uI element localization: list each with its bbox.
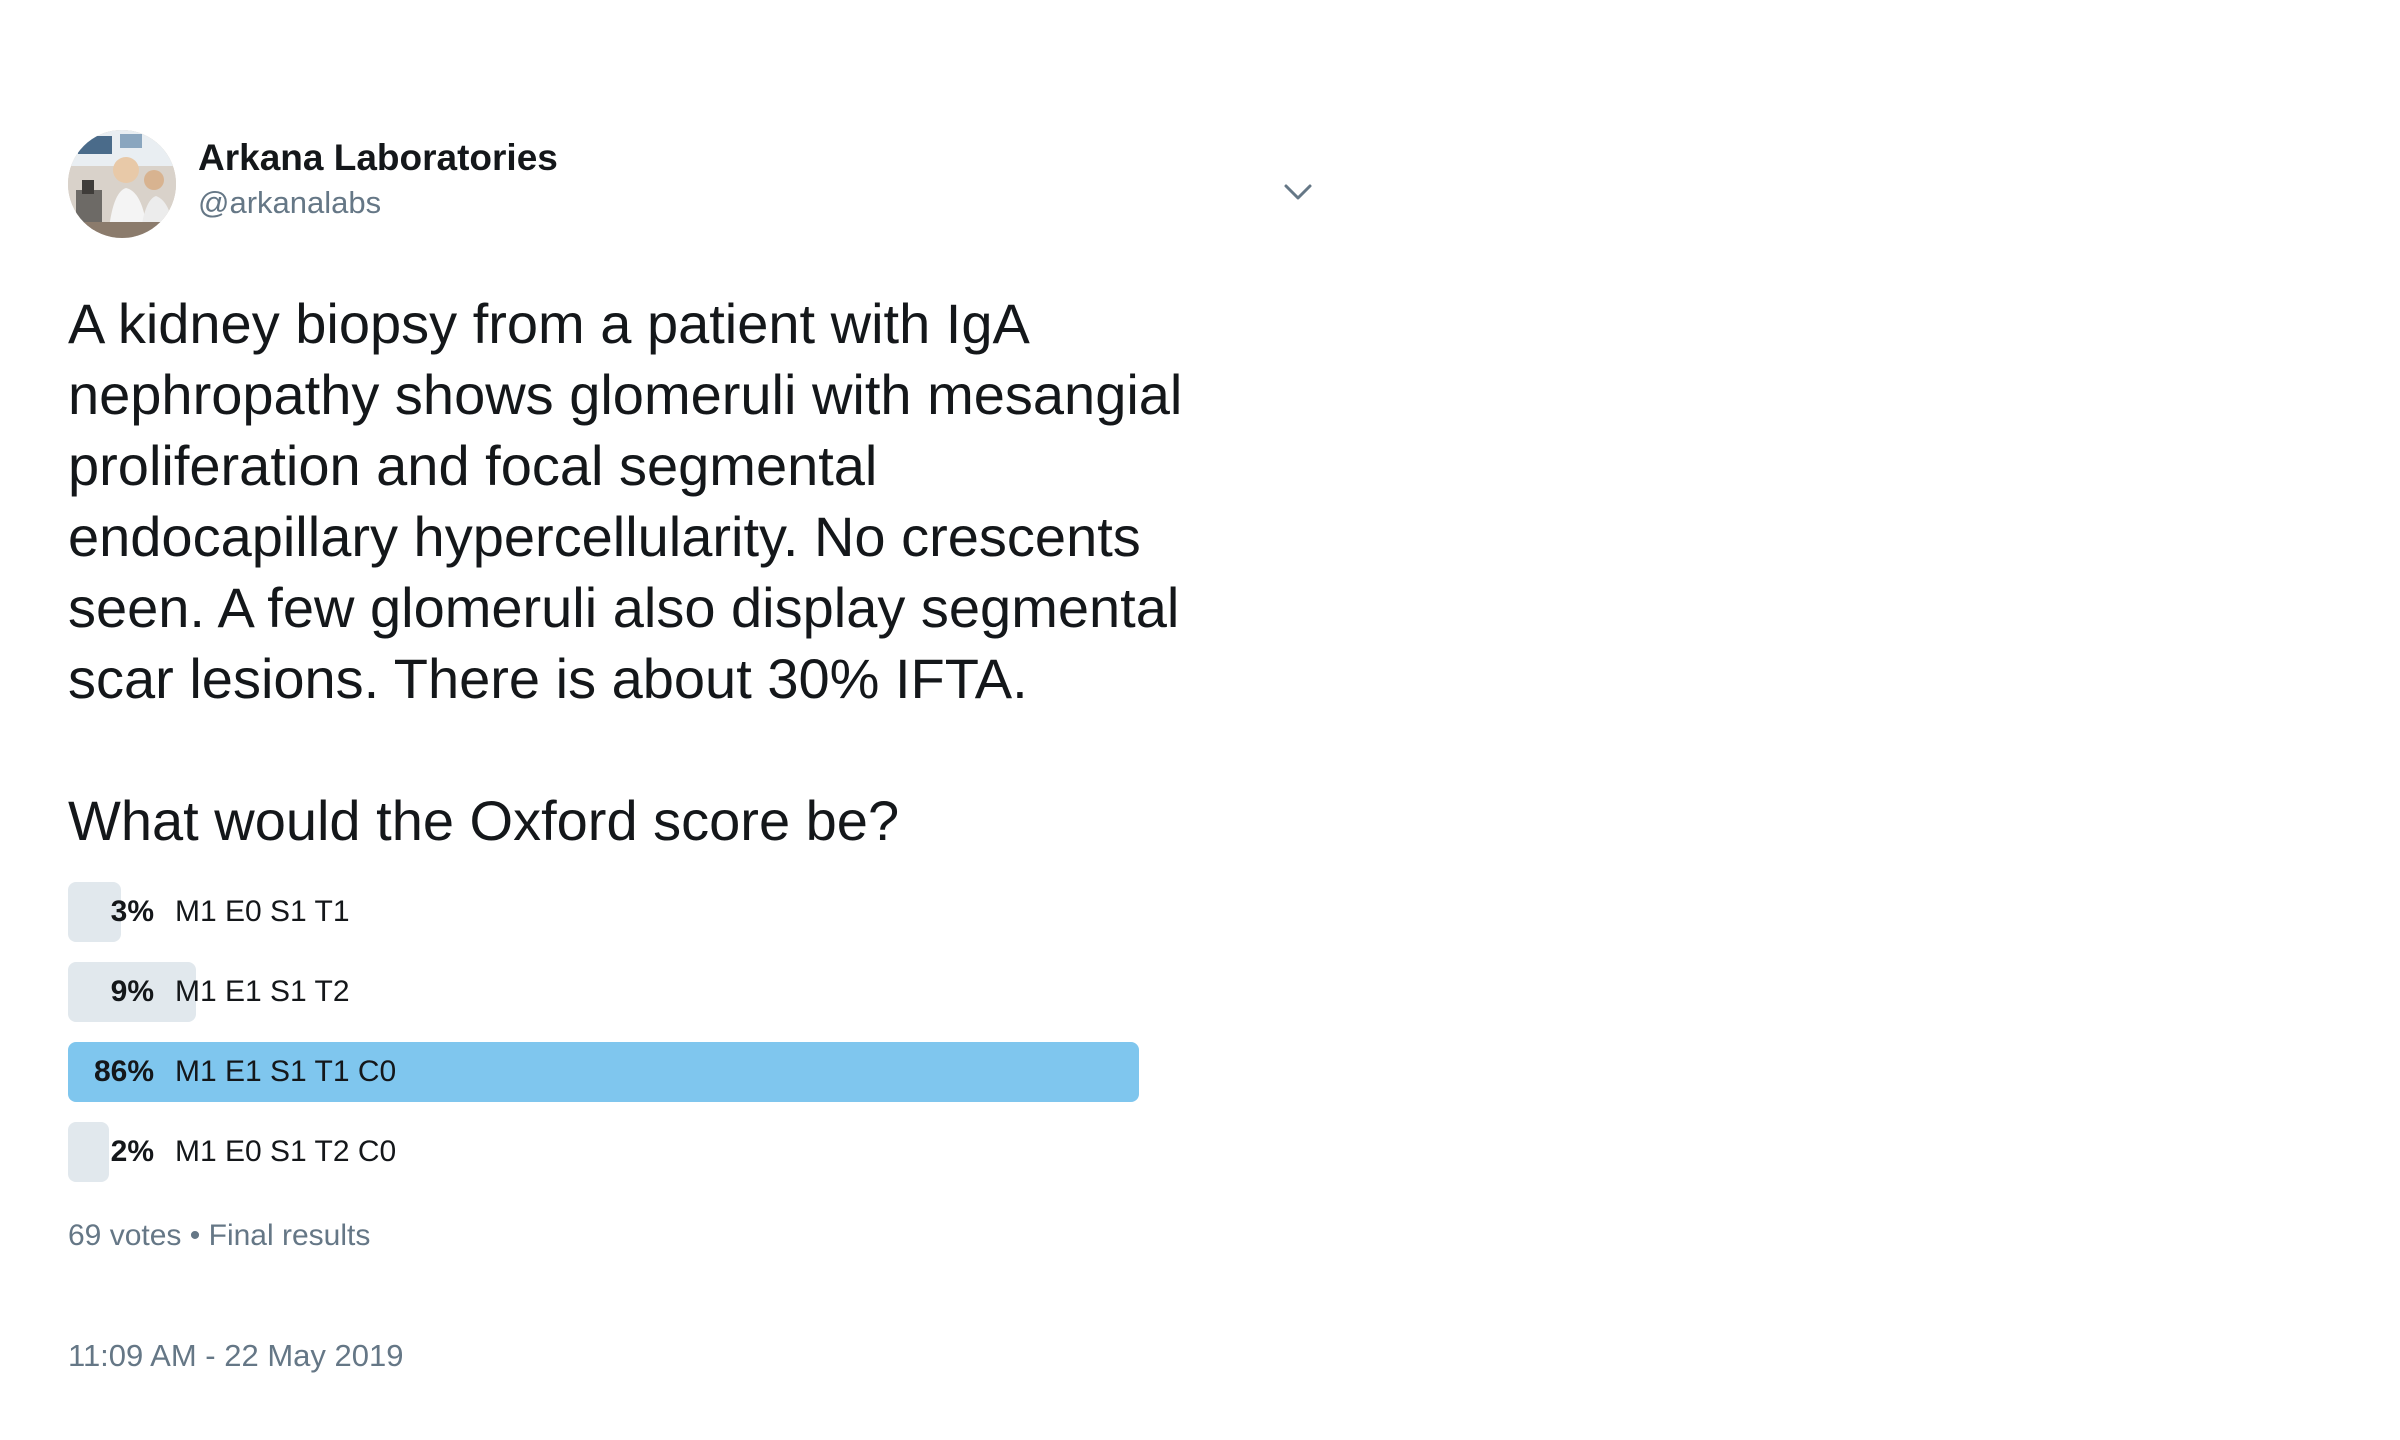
chevron-down-icon[interactable] (1278, 172, 1318, 212)
lab-photo-avatar-icon (68, 130, 176, 238)
poll-option-label: M1 E1 S1 T2 (175, 975, 350, 1008)
author-display-name[interactable]: Arkana Laboratories (198, 136, 558, 180)
poll-meta-separator: • (189, 1219, 201, 1252)
author-names: Arkana Laboratories @arkanalabs (198, 136, 558, 224)
poll-option[interactable]: 9% M1 E1 S1 T2 (68, 962, 1148, 1022)
poll-option-percent: 2% (110, 1135, 154, 1168)
poll-status: Final results (208, 1219, 371, 1252)
poll-option-percent: 86% (93, 1055, 154, 1088)
author-handle[interactable]: @arkanalabs (198, 182, 558, 224)
poll-meta: 69 votes • Final results (68, 1216, 1148, 1256)
poll-option-label: M1 E0 S1 T1 (175, 895, 350, 928)
poll-option-percent: 9% (110, 975, 154, 1008)
tweet-text: A kidney biopsy from a patient with IgA … (68, 292, 1183, 852)
poll-option-label: M1 E0 S1 T2 C0 (175, 1135, 397, 1168)
tweet-timestamp[interactable]: 11:09 AM - 22 May 2019 (68, 1336, 1318, 1376)
poll-vote-count: 69 votes (68, 1219, 182, 1252)
poll: 3% M1 E0 S1 T1 9% M1 E1 S1 T2 86% M1 E1 … (68, 882, 1148, 1256)
poll-option[interactable]: 3% M1 E0 S1 T1 (68, 882, 1148, 942)
poll-option[interactable]: 86% M1 E1 S1 T1 C0 (68, 1042, 1148, 1102)
poll-option-label: M1 E1 S1 T1 C0 (175, 1055, 397, 1088)
tweet: Arkana Laboratories @arkanalabs A kidney… (68, 130, 1318, 1376)
avatar[interactable] (68, 130, 176, 238)
poll-option-percent: 3% (110, 895, 154, 928)
poll-option[interactable]: 2% M1 E0 S1 T2 C0 (68, 1122, 1148, 1182)
tweet-header: Arkana Laboratories @arkanalabs (68, 130, 1318, 240)
